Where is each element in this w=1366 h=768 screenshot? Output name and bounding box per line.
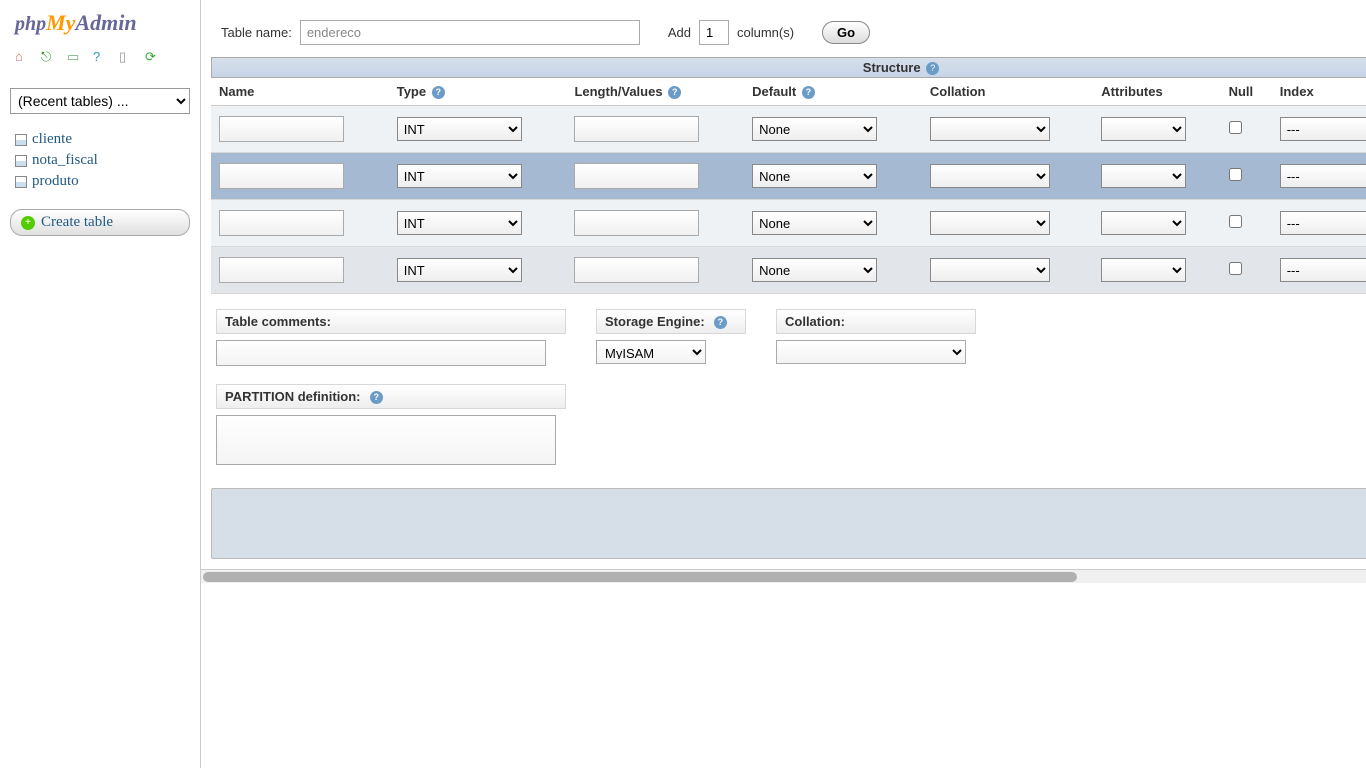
col-length-input[interactable] — [574, 210, 699, 236]
partition-textarea[interactable] — [216, 415, 556, 465]
col-name-input[interactable] — [219, 163, 344, 189]
column-row: INT None --- — [211, 200, 1366, 247]
col-hdr-null: Null — [1221, 78, 1272, 106]
create-table-label: Create table — [41, 214, 113, 231]
table-icon — [15, 176, 27, 188]
col-index-select[interactable]: --- — [1280, 211, 1366, 235]
col-length-input[interactable] — [574, 163, 699, 189]
horizontal-scrollbar[interactable] — [201, 569, 1366, 583]
go-button[interactable]: Go — [822, 21, 870, 44]
help-icon[interactable]: ? — [926, 62, 939, 75]
col-hdr-attributes: Attributes — [1093, 78, 1220, 106]
help-icon[interactable]: ? — [370, 391, 383, 404]
sql-icon[interactable]: ▭ — [67, 49, 83, 65]
col-null-checkbox[interactable] — [1229, 168, 1242, 181]
table-link-nota-fiscal[interactable]: nota_fiscal — [15, 150, 185, 171]
col-attributes-select[interactable] — [1101, 117, 1186, 141]
help-icon[interactable]: ? — [668, 86, 681, 99]
table-link-produto[interactable]: produto — [15, 171, 185, 192]
recent-tables-select[interactable]: (Recent tables) ... — [10, 88, 190, 114]
plus-icon: + — [21, 216, 35, 230]
col-null-checkbox[interactable] — [1229, 262, 1242, 275]
help-icon[interactable]: ? — [714, 316, 727, 329]
col-index-select[interactable]: --- — [1280, 258, 1366, 282]
col-attributes-select[interactable] — [1101, 258, 1186, 282]
table-name-label: Table name: — [221, 25, 292, 40]
storage-engine-label: Storage Engine: ? — [596, 309, 746, 334]
col-type-select[interactable]: INT — [397, 164, 522, 188]
col-name-input[interactable] — [219, 116, 344, 142]
add-label: Add — [668, 25, 691, 40]
logo-php: php — [15, 13, 46, 35]
col-collation-select[interactable] — [930, 117, 1050, 141]
main-panel: Table name: Add column(s) Go Structure ?… — [200, 0, 1366, 768]
nav-icons: ⌂ ⎋ ▭ ? ▯ ⟳ — [0, 41, 200, 73]
col-hdr-name: Name — [211, 78, 389, 106]
help-icon[interactable]: ? — [93, 49, 109, 65]
table-name-input[interactable] — [300, 20, 640, 45]
col-hdr-length: Length/Values ? — [566, 78, 744, 106]
col-index-select[interactable]: --- — [1280, 164, 1366, 188]
help-icon[interactable]: ? — [432, 86, 445, 99]
column-row: INT None --- — [211, 247, 1366, 294]
help-icon[interactable]: ? — [802, 86, 815, 99]
table-link-cliente[interactable]: cliente — [15, 129, 185, 150]
col-collation-select[interactable] — [930, 211, 1050, 235]
col-name-input[interactable] — [219, 257, 344, 283]
db-table-list: cliente nota_fiscal produto — [0, 124, 200, 197]
col-attributes-select[interactable] — [1101, 164, 1186, 188]
col-collation-select[interactable] — [930, 258, 1050, 282]
col-type-select[interactable]: INT — [397, 258, 522, 282]
structure-header: Structure ? — [211, 57, 1366, 78]
col-null-checkbox[interactable] — [1229, 121, 1242, 134]
add-columns-input[interactable] — [699, 20, 729, 45]
collation-label: Collation: — [776, 309, 976, 334]
logo[interactable]: phpMyAdmin — [0, 0, 200, 41]
col-null-checkbox[interactable] — [1229, 215, 1242, 228]
column-row: INT None --- — [211, 106, 1366, 153]
col-name-input[interactable] — [219, 210, 344, 236]
top-bar: Table name: Add column(s) Go — [211, 20, 1366, 45]
col-type-select[interactable]: INT — [397, 211, 522, 235]
col-length-input[interactable] — [574, 257, 699, 283]
partition-label: PARTITION definition: ? — [216, 384, 566, 409]
reload-icon[interactable]: ⟳ — [145, 49, 161, 65]
col-hdr-index: Index — [1272, 78, 1366, 106]
col-collation-select[interactable] — [930, 164, 1050, 188]
sidebar: phpMyAdmin ⌂ ⎋ ▭ ? ▯ ⟳ (Recent tables) .… — [0, 0, 200, 768]
column-row: INT None --- — [211, 153, 1366, 200]
col-hdr-type: Type ? — [389, 78, 567, 106]
col-hdr-default: Default ? — [744, 78, 922, 106]
create-table-button[interactable]: + Create table — [10, 209, 190, 236]
collation-select[interactable] — [776, 340, 966, 364]
columns-table: Name Type ? Length/Values ? Default ? Co… — [211, 78, 1366, 294]
exit-icon[interactable]: ⎋ — [41, 49, 57, 65]
bottom-options: Table comments: PARTITION definition: ? … — [211, 309, 1366, 468]
home-icon[interactable]: ⌂ — [15, 49, 31, 65]
table-icon — [15, 134, 27, 146]
col-index-select[interactable]: --- — [1280, 117, 1366, 141]
col-default-select[interactable]: None — [752, 211, 877, 235]
docs-icon[interactable]: ▯ — [119, 49, 135, 65]
action-bar: Save Cancel — [211, 488, 1366, 559]
table-comments-label: Table comments: — [216, 309, 566, 334]
recent-tables: (Recent tables) ... — [10, 88, 190, 114]
col-type-select[interactable]: INT — [397, 117, 522, 141]
col-default-select[interactable]: None — [752, 164, 877, 188]
table-icon — [15, 155, 27, 167]
col-default-select[interactable]: None — [752, 117, 877, 141]
logo-admin: Admin — [75, 10, 136, 35]
col-attributes-select[interactable] — [1101, 211, 1186, 235]
logo-my: My — [46, 10, 75, 35]
col-length-input[interactable] — [574, 116, 699, 142]
table-comments-input[interactable] — [216, 340, 546, 366]
col-default-select[interactable]: None — [752, 258, 877, 282]
columns-suffix: column(s) — [737, 25, 794, 40]
storage-engine-select[interactable]: MyISAM — [596, 340, 706, 364]
col-hdr-collation: Collation — [922, 78, 1093, 106]
